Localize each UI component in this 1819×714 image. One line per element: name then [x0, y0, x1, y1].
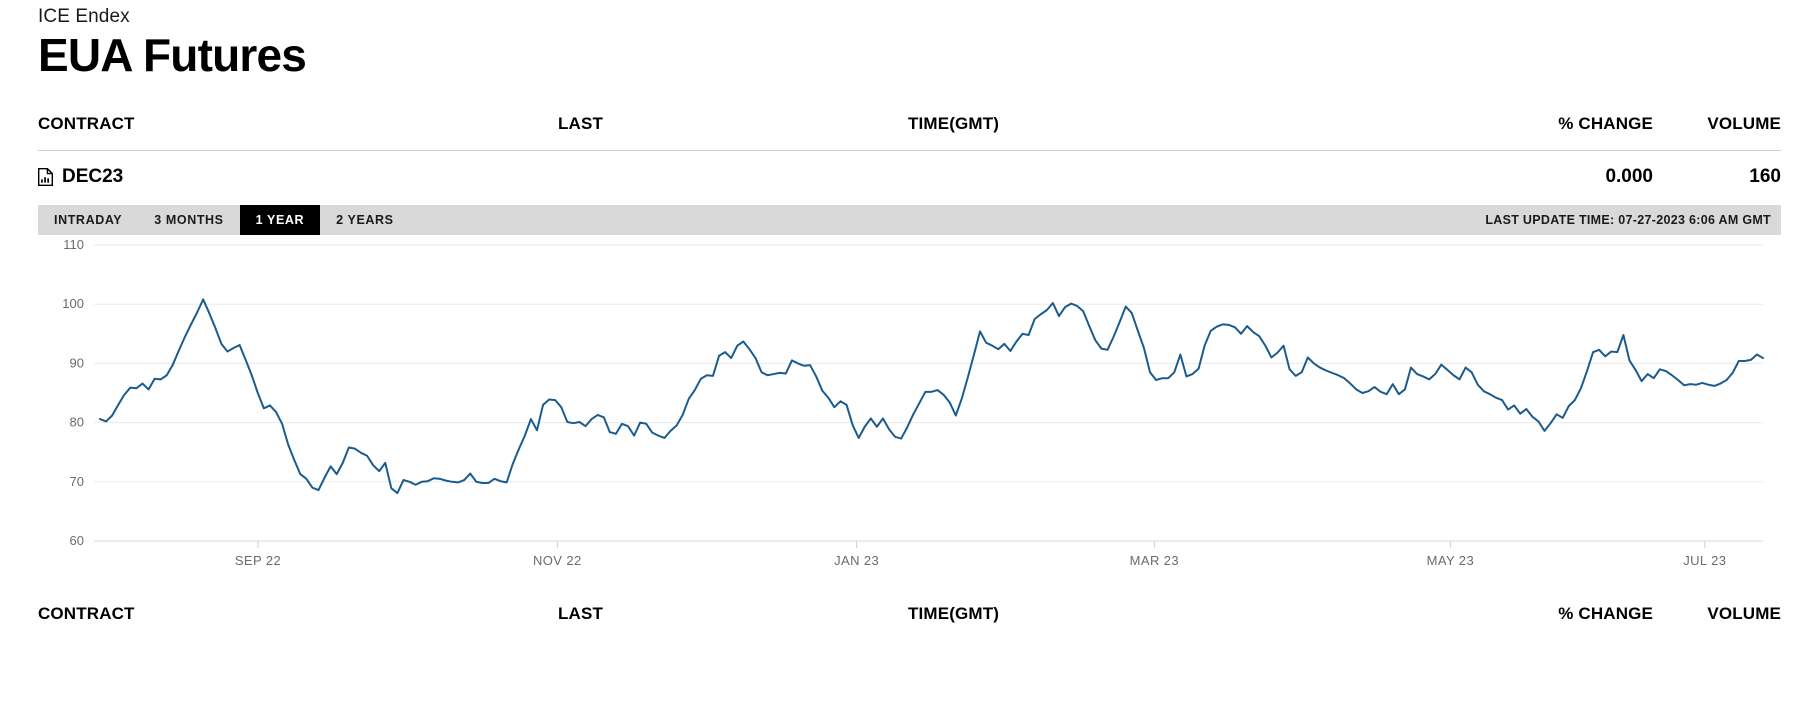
svg-text:NOV 22: NOV 22 — [533, 553, 582, 568]
column-header-contract: CONTRACT — [38, 114, 135, 133]
svg-text:80: 80 — [70, 415, 84, 430]
tab-1-year-label: 1 YEAR — [255, 213, 305, 227]
table-header-row: CONTRACT LAST TIME(GMT) % CHANGE VOLUME — [38, 104, 1781, 144]
chart-gridlines — [94, 244, 1763, 542]
svg-text:60: 60 — [70, 533, 84, 548]
footer-column-volume: VOLUME — [1707, 604, 1781, 623]
svg-text:70: 70 — [70, 474, 84, 489]
tab-3-months-label: 3 MONTHS — [154, 213, 224, 227]
tab-3-months[interactable]: 3 MONTHS — [138, 205, 239, 235]
svg-text:JAN 23: JAN 23 — [834, 553, 879, 568]
document-chart-icon[interactable] — [38, 168, 53, 186]
eua-futures-page: ICE Endex EUA Futures CONTRACT LAST TIME… — [0, 0, 1819, 714]
svg-text:JUL 23: JUL 23 — [1683, 553, 1726, 568]
table-row[interactable]: DEC23 0.000 160 — [38, 151, 1781, 203]
svg-text:110: 110 — [63, 239, 84, 252]
svg-text:90: 90 — [70, 355, 84, 370]
volume-cell: 160 — [1749, 166, 1781, 187]
exchange-name: ICE Endex — [38, 6, 130, 27]
column-header-volume: VOLUME — [1707, 114, 1781, 133]
svg-text:MAY 23: MAY 23 — [1427, 553, 1474, 568]
contract-cell: DEC23 — [38, 166, 558, 188]
chart-toolbar: INTRADAY 3 MONTHS 1 YEAR 2 YEARS LAST UP… — [38, 205, 1781, 235]
chart-x-axis-labels: SEP 22 NOV 22 JAN 23 MAR 23 MAY 23 JUL 23 — [235, 541, 1726, 568]
chart-y-axis-labels: 60 70 80 90 100 110 — [62, 239, 84, 548]
footer-column-last: LAST — [558, 604, 603, 623]
tab-intraday-label: INTRADAY — [54, 213, 123, 227]
svg-text:MAR 23: MAR 23 — [1130, 553, 1179, 568]
price-chart-svg[interactable]: 60 70 80 90 100 110 SEP 22 NOV 22 JAN 23 MAR 23 M… — [38, 239, 1781, 591]
contract-name: DEC23 — [62, 166, 124, 187]
svg-text:SEP 22: SEP 22 — [235, 553, 281, 568]
page-header: ICE Endex EUA Futures — [38, 0, 1781, 82]
footer-column-time: TIME(GMT) — [908, 604, 1000, 623]
column-header-change: % CHANGE — [1558, 114, 1653, 133]
column-header-time: TIME(GMT) — [908, 114, 1000, 133]
tab-intraday[interactable]: INTRADAY — [38, 205, 138, 235]
last-update-time: LAST UPDATE TIME: 07-27-2023 6:06 AM GMT — [1485, 213, 1771, 227]
footer-column-contract: CONTRACT — [38, 604, 135, 623]
percent-change-cell: 0.000 — [1605, 166, 1653, 187]
footer-column-change: % CHANGE — [1558, 604, 1653, 623]
quote-table: CONTRACT LAST TIME(GMT) % CHANGE VOLUME — [38, 104, 1781, 203]
price-chart[interactable]: 60 70 80 90 100 110 SEP 22 NOV 22 JAN 23 MAR 23 M… — [38, 239, 1781, 591]
price-line-series — [100, 299, 1763, 493]
chart-range-tabs: INTRADAY 3 MONTHS 1 YEAR 2 YEARS — [38, 205, 410, 235]
column-header-last: LAST — [558, 114, 603, 133]
tab-2-years-label: 2 YEARS — [336, 213, 394, 227]
tab-1-year[interactable]: 1 YEAR — [239, 205, 321, 235]
page-title: EUA Futures — [38, 29, 307, 81]
tab-2-years[interactable]: 2 YEARS — [320, 205, 409, 235]
svg-text:100: 100 — [62, 296, 84, 311]
table-footer-row: CONTRACT LAST TIME(GMT) % CHANGE VOLUME — [38, 591, 1781, 637]
